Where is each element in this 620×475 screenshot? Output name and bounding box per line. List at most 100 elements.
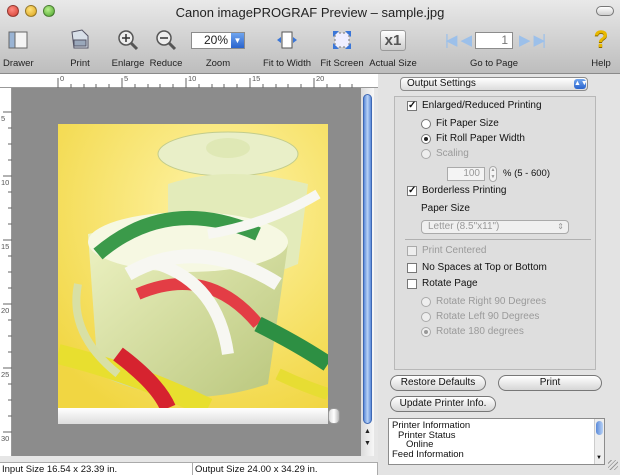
scaling-unit: % (5 - 600) (503, 168, 550, 179)
scrollbar-thumb[interactable] (363, 94, 372, 424)
reduce-label: Reduce (149, 58, 183, 69)
enlarged-printing-label: Enlarged/Reduced Printing (422, 100, 542, 111)
ruler-label: 0 (60, 74, 65, 83)
checkbox-unchecked-icon (407, 245, 417, 256)
title-bar: Canon imagePROGRAF Preview – sample.jpg … (0, 0, 620, 74)
printer-icon (71, 29, 89, 49)
scroll-down-icon[interactable]: ▼ (364, 440, 371, 447)
scrollbar-thumb[interactable] (596, 421, 603, 435)
info-scrollbar[interactable]: ▼ (594, 419, 604, 464)
rotate-right-label: Rotate Right 90 Degrees (436, 296, 547, 307)
fit-roll-width-radio[interactable]: Fit Roll Paper Width (421, 133, 525, 144)
input-size-status: Input Size 16.54 x 23.39 in. (0, 463, 193, 475)
borderless-printing-label: Borderless Printing (422, 185, 507, 196)
ruler-label: 30 (1, 434, 10, 443)
ruler-label: 5 (1, 114, 6, 123)
radio-off-icon (421, 148, 431, 159)
zoom-out-icon (156, 30, 177, 51)
borderless-printing-checkbox[interactable]: ✓ Borderless Printing (407, 185, 506, 196)
rotate-left-radio[interactable]: Rotate Left 90 Degrees (421, 311, 539, 322)
paper-size-label: Paper Size (421, 203, 470, 214)
preview-scrollbar[interactable]: ▲ ▼ (361, 88, 374, 456)
fit-paper-size-radio[interactable]: Fit Paper Size (421, 118, 499, 129)
checkbox-unchecked-icon (407, 278, 417, 289)
scroll-down-icon[interactable]: ▼ (596, 454, 602, 464)
reduce-button[interactable]: Reduce (148, 26, 184, 69)
fit-screen-label: Fit Screen (320, 58, 364, 69)
fit-screen-icon (333, 31, 351, 49)
rotate-180-radio[interactable]: Rotate 180 degrees (421, 326, 524, 337)
help-icon: ? (593, 26, 609, 53)
chevron-updown-icon: ⇕ (557, 222, 564, 231)
first-page-icon[interactable]: |◀ (445, 31, 458, 49)
list-item: Feed Information (392, 448, 464, 460)
radio-off-icon (421, 296, 431, 307)
scroll-up-icon[interactable]: ▲ (364, 428, 371, 435)
fit-to-width-label: Fit to Width (262, 58, 312, 69)
printer-info-list[interactable]: Printer Information Printer Status Onlin… (388, 418, 605, 465)
fit-to-width-button[interactable]: Fit to Width (258, 26, 316, 69)
ruler-label: 20 (316, 74, 325, 83)
last-page-icon[interactable]: ▶| (534, 31, 547, 49)
checkbox-checked-icon: ✓ (407, 184, 417, 196)
drawer-button[interactable]: Drawer (3, 26, 34, 69)
ruler-label: 5 (124, 74, 129, 83)
enlarged-printing-checkbox[interactable]: ✓ Enlarged/Reduced Printing (407, 100, 542, 111)
zoom-value: 20% (203, 33, 228, 47)
preview-canvas[interactable] (12, 88, 361, 456)
go-to-page-label: Go to Page (469, 58, 519, 69)
scaling-radio[interactable]: Scaling (421, 148, 469, 159)
zoom-select[interactable]: 20% ▼ (191, 31, 245, 49)
vertical-ruler: 5 10 15 20 25 30 (0, 88, 12, 456)
rotate-left-label: Rotate Left 90 Degrees (436, 311, 540, 322)
enlarge-label: Enlarge (111, 58, 145, 69)
checkbox-unchecked-icon (407, 262, 417, 273)
previous-page-icon[interactable]: ◀ (460, 31, 471, 49)
chevron-down-icon[interactable]: ▼ (231, 32, 244, 48)
zoom-label: Zoom (205, 58, 231, 69)
help-label: Help (591, 58, 611, 69)
rotate-page-label: Rotate Page (422, 278, 478, 289)
radio-on-icon (421, 133, 431, 144)
print-toolbar-button[interactable]: Print (64, 26, 96, 69)
zoom-in-icon (118, 30, 139, 51)
ruler-label: 15 (1, 242, 10, 251)
actual-size-icon: x1 (379, 29, 407, 51)
print-centered-label: Print Centered (422, 245, 487, 256)
page-number-input[interactable]: 1 (475, 31, 513, 49)
checkbox-checked-icon: ✓ (407, 99, 417, 111)
drawer-icon (8, 31, 28, 49)
actual-size-button[interactable]: x1 Actual Size (368, 26, 418, 69)
print-toolbar-label: Print (70, 58, 90, 69)
enlarge-button[interactable]: Enlarge (109, 26, 147, 69)
fit-screen-button[interactable]: Fit Screen (318, 26, 366, 69)
rotate-right-radio[interactable]: Rotate Right 90 Degrees (421, 296, 546, 307)
divider (405, 239, 591, 240)
no-spaces-checkbox[interactable]: No Spaces at Top or Bottom (407, 262, 547, 273)
rotate-180-label: Rotate 180 degrees (436, 326, 524, 337)
print-button[interactable]: Print (498, 375, 602, 391)
output-settings-popup[interactable]: Output Settings ▲▼ (400, 77, 588, 91)
resize-grip-icon[interactable] (608, 460, 618, 470)
ruler-label: 25 (1, 370, 10, 379)
help-button[interactable]: ? Help (588, 26, 614, 69)
scaling-label: Scaling (436, 148, 469, 159)
next-page-icon[interactable]: ▶ (519, 31, 530, 49)
paper-preview (58, 124, 328, 424)
paper-size-select[interactable]: Letter (8.5"x11") ⇕ (421, 220, 569, 234)
restore-defaults-button[interactable]: Restore Defaults (390, 375, 486, 391)
toolbar-toggle-button[interactable] (596, 6, 614, 16)
settings-group: ✓ Enlarged/Reduced Printing Fit Paper Siz… (394, 96, 596, 370)
paper-curl (58, 408, 328, 424)
ruler-label: 15 (252, 74, 261, 83)
paper-size-value: Letter (8.5"x11") (428, 221, 500, 232)
radio-off-icon (421, 311, 431, 322)
scaling-stepper[interactable]: ▲ ▼ (489, 166, 497, 182)
ruler-label: 20 (1, 306, 10, 315)
actual-size-label: Actual Size (369, 58, 417, 69)
drawer-label: Drawer (3, 58, 34, 69)
update-printer-info-button[interactable]: Update Printer Info. (390, 396, 496, 412)
print-centered-checkbox[interactable]: Print Centered (407, 245, 486, 256)
rotate-page-checkbox[interactable]: Rotate Page (407, 278, 478, 289)
scaling-value-field[interactable]: 100 (447, 167, 485, 181)
